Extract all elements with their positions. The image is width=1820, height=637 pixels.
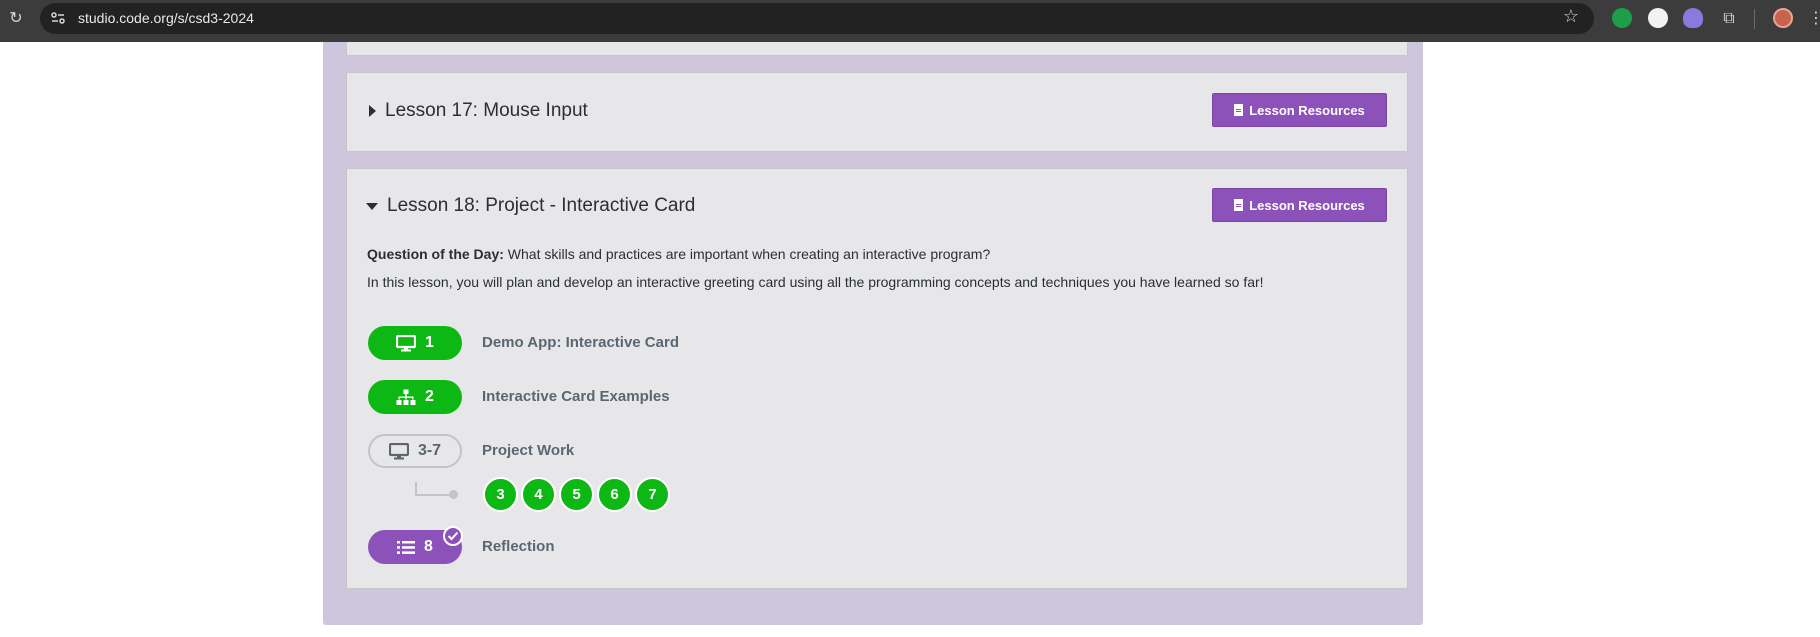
- level-2-bubble[interactable]: 2: [368, 380, 462, 414]
- extension-robot-icon[interactable]: [1612, 8, 1632, 28]
- sublevel-bubble-4[interactable]: 4: [521, 477, 556, 512]
- sublevel-connector-dot: [449, 490, 458, 499]
- level-3-7-title[interactable]: Project Work: [482, 442, 574, 460]
- level-number: 1: [425, 334, 434, 351]
- lesson-18-card: [346, 168, 1408, 589]
- level-number: 3-7: [417, 442, 442, 459]
- lesson-resources-label: Lesson Resources: [1249, 102, 1365, 118]
- address-bar[interactable]: [40, 3, 1594, 34]
- level-8-title[interactable]: Reflection: [482, 538, 555, 556]
- sublevel-bubble-3[interactable]: 3: [483, 477, 518, 512]
- level-2-title[interactable]: Interactive Card Examples: [482, 388, 670, 406]
- list-icon: [397, 540, 416, 554]
- submitted-check-icon: [443, 526, 463, 546]
- collapse-caret-icon[interactable]: [366, 203, 378, 210]
- reload-icon[interactable]: ↻: [6, 8, 26, 28]
- lesson-18-title[interactable]: Lesson 18: Project - Interactive Card: [387, 195, 695, 217]
- question-label: Question of the Day:: [367, 246, 504, 262]
- sublevel-bubble-6[interactable]: 6: [597, 477, 632, 512]
- url-text[interactable]: studio.code.org/s/csd3-2024: [78, 9, 254, 27]
- level-1-bubble[interactable]: 1: [368, 326, 462, 360]
- desktop-icon: [396, 334, 417, 351]
- sublevel-bubble-7[interactable]: 7: [635, 477, 670, 512]
- browser-toolbar: ↻ studio.code.org/s/csd3-2024 ☆ ⧉ ⋮: [0, 0, 1820, 42]
- lesson-18-resources-button[interactable]: Lesson Resources: [1212, 188, 1387, 222]
- bookmark-star-icon[interactable]: ☆: [1560, 6, 1582, 28]
- document-icon: [1234, 199, 1244, 211]
- sublevel-connector: [415, 482, 453, 496]
- extensions-puzzle-icon[interactable]: ⧉: [1719, 8, 1739, 28]
- sublevel-bubble-5[interactable]: 5: [559, 477, 594, 512]
- profile-avatar[interactable]: [1773, 8, 1793, 28]
- lesson-overview: In this lesson, you will plan and develo…: [367, 274, 1264, 290]
- level-1-title[interactable]: Demo App: Interactive Card: [482, 334, 679, 352]
- desktop-icon: [388, 442, 409, 459]
- browser-menu-icon[interactable]: ⋮: [1808, 8, 1820, 28]
- previous-lesson-card: [346, 42, 1408, 56]
- extension-gamepad-icon[interactable]: [1648, 8, 1668, 28]
- extension-ghost-icon[interactable]: [1683, 8, 1703, 28]
- expand-caret-icon[interactable]: [369, 105, 376, 117]
- level-number: 8: [424, 538, 433, 555]
- question-text: What skills and practices are important …: [503, 246, 991, 262]
- lesson-resources-label: Lesson Resources: [1249, 197, 1365, 213]
- lesson-17-resources-button[interactable]: Lesson Resources: [1212, 93, 1387, 127]
- site-settings-icon[interactable]: [50, 10, 66, 26]
- level-number: 2: [425, 388, 434, 405]
- toolbar-divider: [1754, 9, 1755, 29]
- level-3-7-bubble[interactable]: 3-7: [368, 434, 462, 468]
- lesson-17-title[interactable]: Lesson 17: Mouse Input: [385, 100, 588, 122]
- sitemap-icon: [396, 389, 416, 405]
- document-icon: [1234, 104, 1244, 116]
- question-of-the-day: Question of the Day: What skills and pra…: [367, 245, 990, 263]
